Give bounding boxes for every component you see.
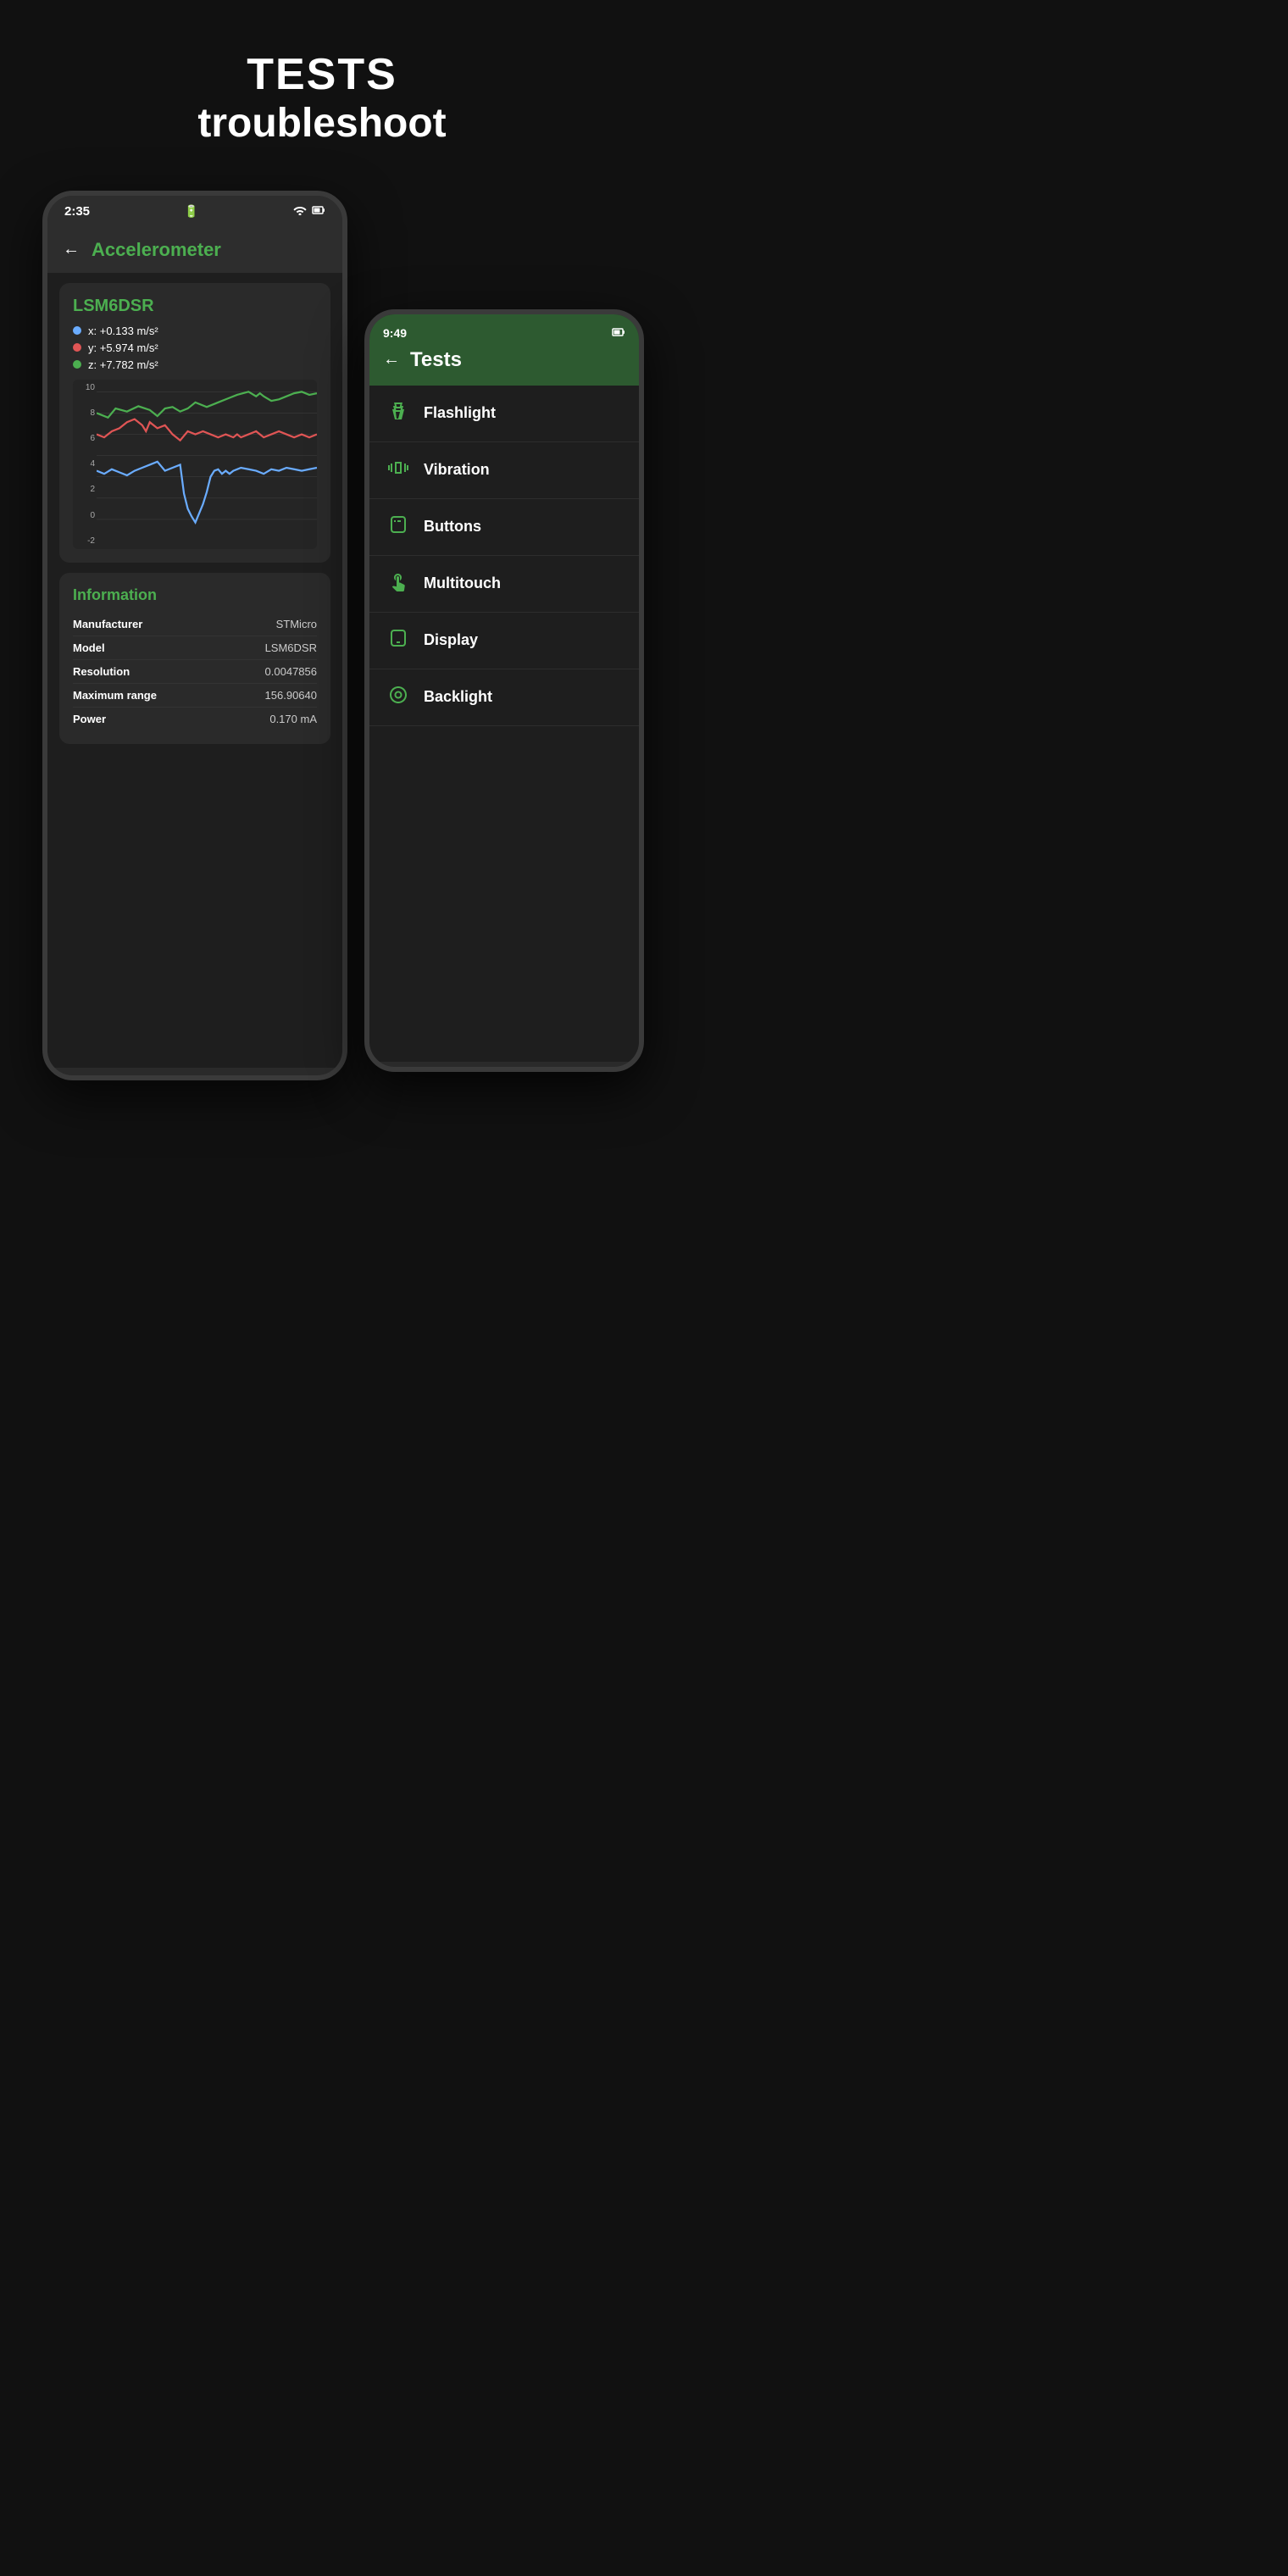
info-label-resolution: Resolution (73, 665, 130, 678)
display-label: Display (424, 631, 478, 649)
app-bar-green: 9:49 ← Tests (369, 314, 639, 386)
y-axis-row: y: +5.974 m/s² (73, 341, 317, 354)
test-item-multitouch[interactable]: Multitouch (369, 556, 639, 613)
backlight-icon (386, 685, 410, 710)
info-value-resolution: 0.0047856 (265, 665, 317, 678)
info-value-model: LSM6DSR (265, 641, 317, 654)
test-item-vibration[interactable]: Vibration (369, 442, 639, 499)
z-axis-row: z: +7.782 m/s² (73, 358, 317, 371)
chart-svg (97, 380, 317, 531)
chart-y-labels: 10 8 6 4 2 0 -2 (73, 380, 97, 549)
backlight-label: Backlight (424, 688, 492, 706)
status-bar-left: 2:35 🔋 (47, 196, 342, 227)
y-label-4: 4 (75, 459, 95, 469)
header-title: TESTS (17, 51, 627, 99)
x-axis-row: x: +0.133 m/s² (73, 325, 317, 337)
info-label-manufacturer: Manufacturer (73, 618, 142, 630)
y-dot (73, 343, 81, 352)
x-dot (73, 326, 81, 335)
info-value-power: 0.170 mA (269, 713, 317, 725)
y-label-6: 6 (75, 434, 95, 443)
phone-left: 2:35 🔋 ← Accelerome (42, 191, 347, 1080)
buttons-label: Buttons (424, 518, 481, 536)
y-label-0: 0 (75, 511, 95, 520)
battery-right (612, 326, 625, 340)
info-value-manufacturer: STMicro (276, 618, 317, 630)
y-label-2: 2 (75, 485, 95, 494)
header-subtitle: troubleshoot (17, 99, 627, 148)
status-icons-left (293, 205, 325, 218)
buttons-icon (386, 514, 410, 540)
wifi-icon (293, 205, 307, 218)
info-value-maxrange: 156.90640 (265, 689, 317, 702)
info-label-maxrange: Maximum range (73, 689, 157, 702)
display-icon (386, 628, 410, 653)
sensor-card-title: LSM6DSR (73, 297, 317, 316)
y-label-8: 8 (75, 408, 95, 418)
test-item-display[interactable]: Display (369, 613, 639, 669)
vibration-label: Vibration (424, 461, 490, 479)
header-section: TESTS troubleshoot (0, 0, 644, 182)
y-value: y: +5.974 m/s² (88, 341, 158, 354)
battery-icon-left: 🔋 (184, 204, 198, 219)
info-label-power: Power (73, 713, 106, 725)
app-bar-left: ← Accelerometer (47, 227, 342, 273)
vibration-icon (386, 458, 410, 483)
multitouch-icon (386, 571, 410, 597)
info-card: Information Manufacturer STMicro Model L… (59, 573, 330, 744)
phones-area: 2:35 🔋 ← Accelerome (0, 191, 644, 1208)
test-item-backlight[interactable]: Backlight (369, 669, 639, 726)
time-left: 2:35 (64, 204, 90, 219)
info-row-resolution: Resolution 0.0047856 (73, 660, 317, 684)
z-value: z: +7.782 m/s² (88, 358, 158, 371)
accelerometer-title: Accelerometer (92, 239, 221, 261)
info-row-model: Model LSM6DSR (73, 636, 317, 660)
info-label-model: Model (73, 641, 105, 654)
test-item-flashlight[interactable]: Flashlight (369, 386, 639, 442)
info-row-maxrange: Maximum range 156.90640 (73, 684, 317, 708)
nav-row-right: ← Tests (383, 348, 625, 372)
sensor-card: LSM6DSR x: +0.133 m/s² y: +5.974 m/s² z:… (59, 283, 330, 563)
y-label-10: 10 (75, 383, 95, 392)
flashlight-icon (386, 401, 410, 426)
tests-title: Tests (410, 348, 462, 372)
time-right: 9:49 (383, 326, 407, 340)
phone-right: 9:49 ← Tests (364, 309, 644, 1072)
battery-icon-right-status (312, 205, 325, 218)
y-label-neg2: -2 (75, 536, 95, 546)
flashlight-label: Flashlight (424, 404, 496, 422)
chart-area: 10 8 6 4 2 0 -2 (73, 380, 317, 549)
z-dot (73, 360, 81, 369)
x-value: x: +0.133 m/s² (88, 325, 158, 337)
info-card-title: Information (73, 586, 317, 604)
phone-content-left: LSM6DSR x: +0.133 m/s² y: +5.974 m/s² z:… (47, 273, 342, 1068)
multitouch-label: Multitouch (424, 575, 501, 592)
tests-list: Flashlight Vibration Buttons (369, 386, 639, 1062)
back-button-right[interactable]: ← (383, 350, 400, 369)
status-bar-right: 9:49 (383, 326, 625, 340)
back-button-left[interactable]: ← (63, 240, 80, 259)
info-row-manufacturer: Manufacturer STMicro (73, 613, 317, 636)
test-item-buttons[interactable]: Buttons (369, 499, 639, 556)
info-row-power: Power 0.170 mA (73, 708, 317, 730)
